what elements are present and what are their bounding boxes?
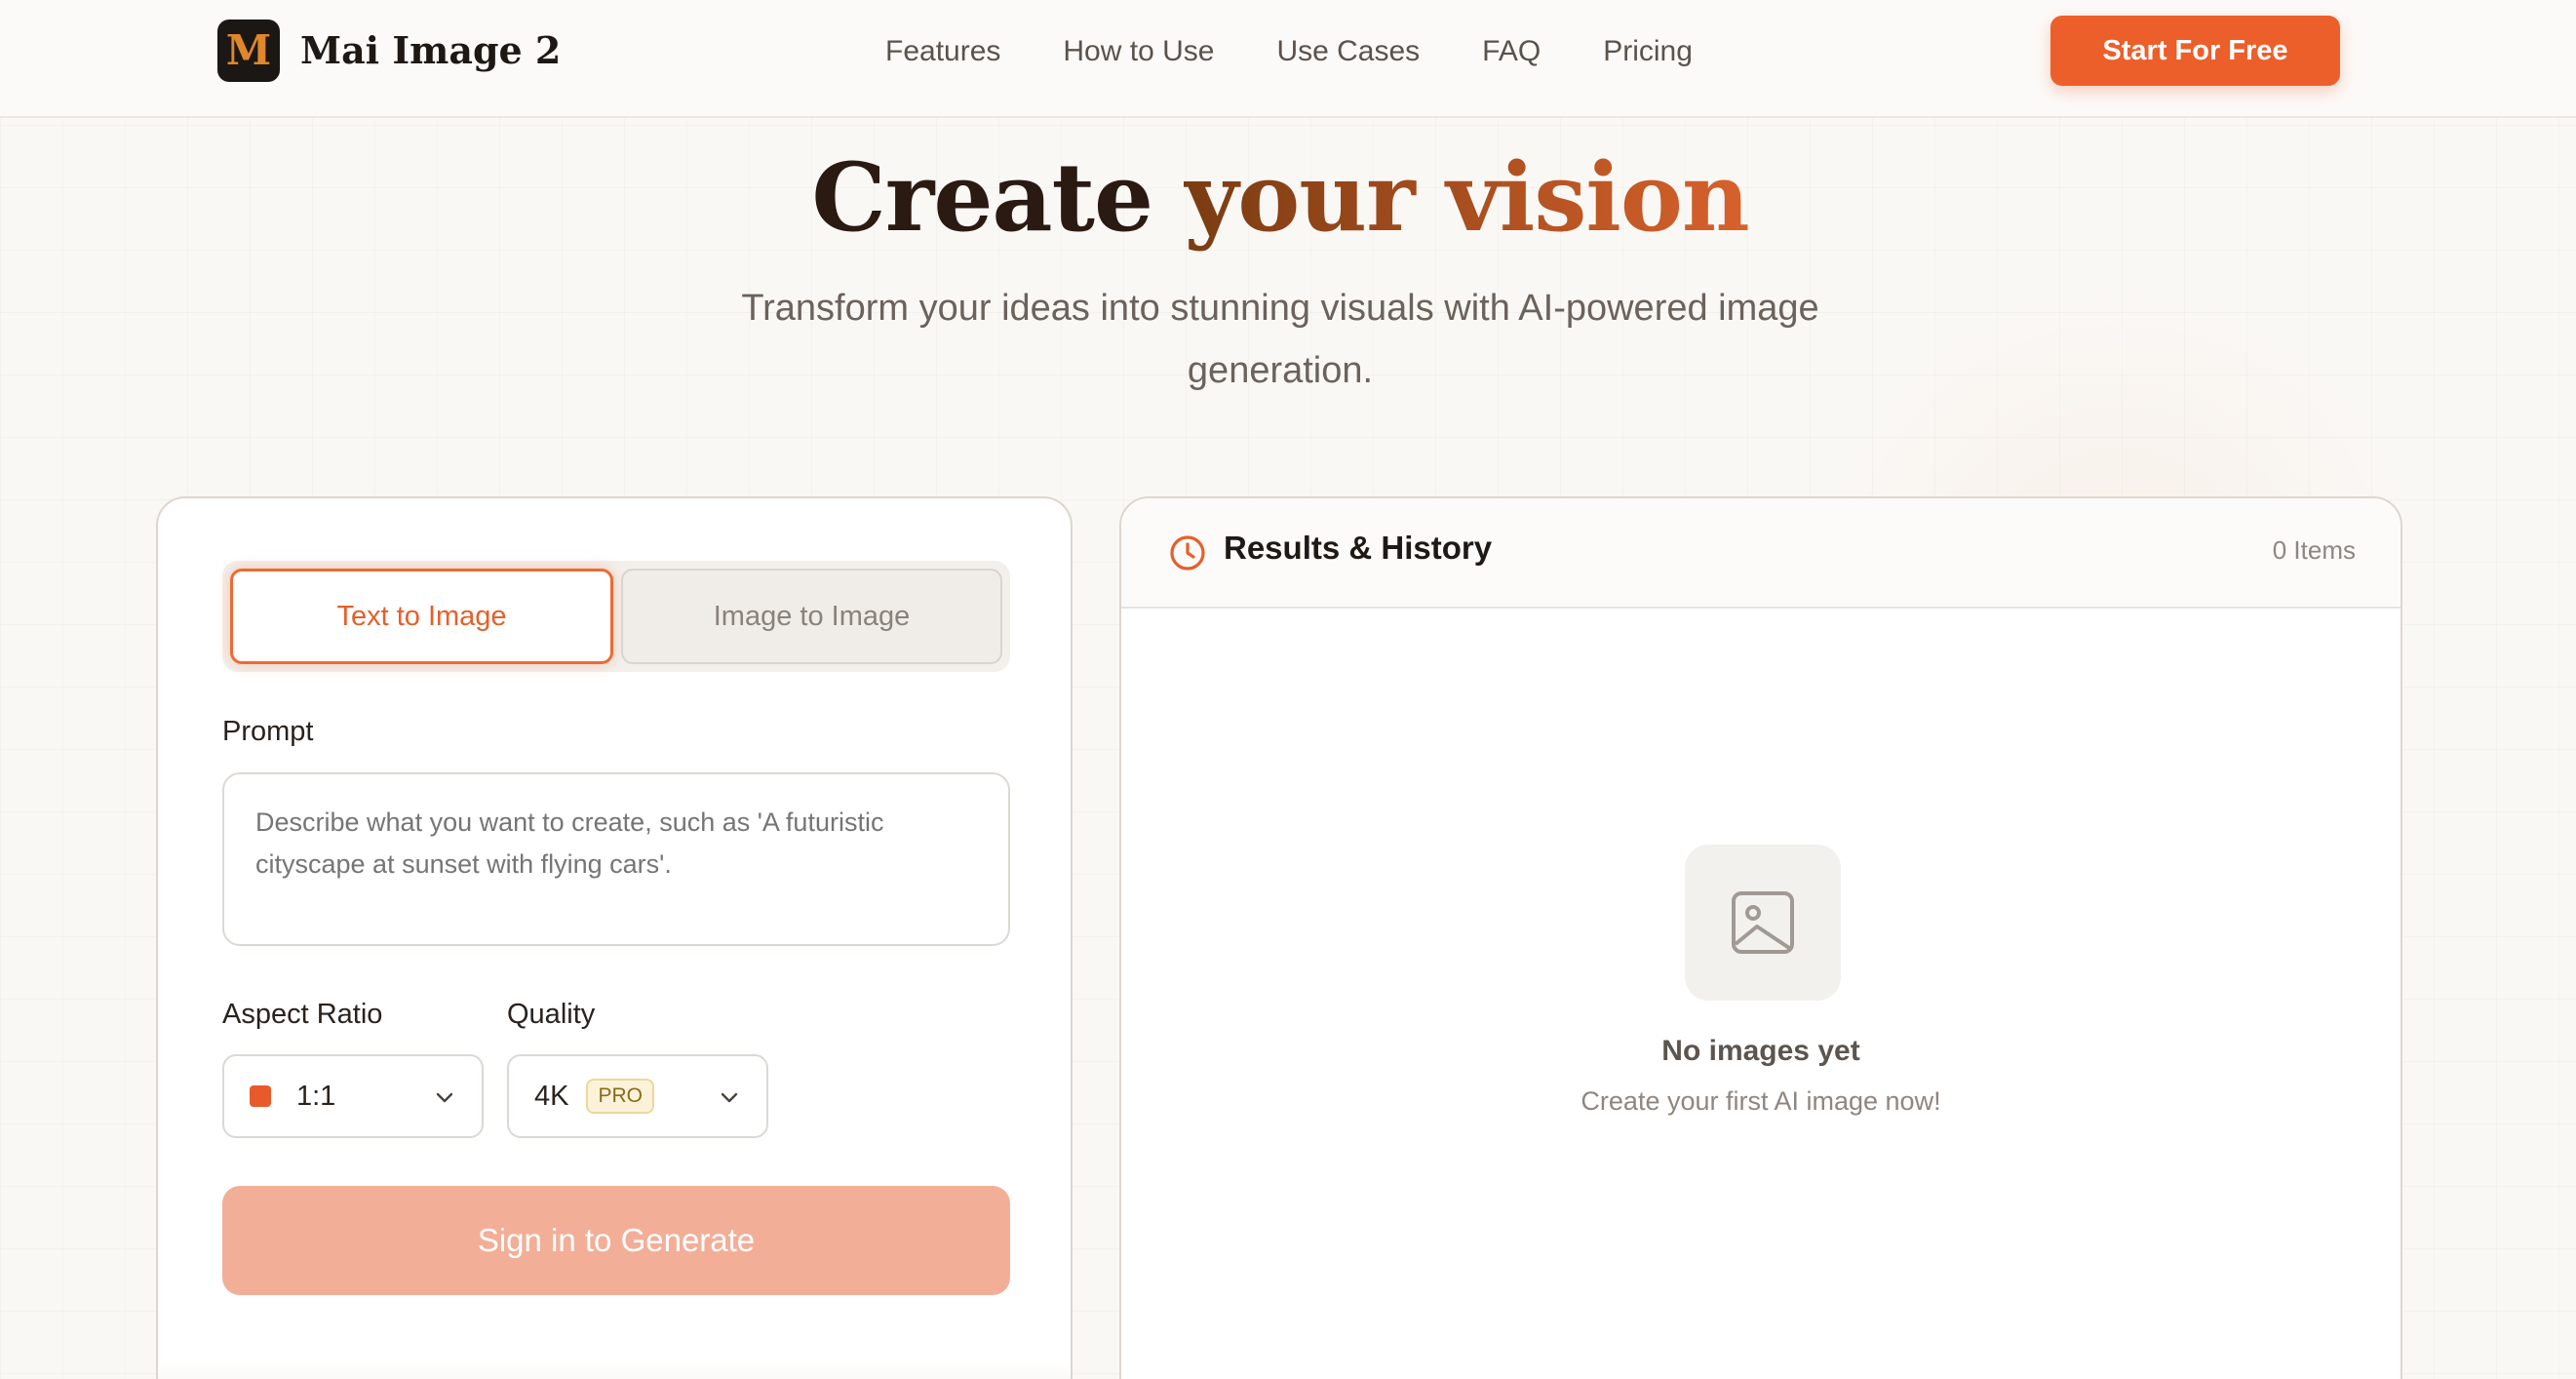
sign-in-to-generate-button[interactable]: Sign in to Generate [222, 1186, 1010, 1295]
aspect-ratio-label: Aspect Ratio [222, 999, 383, 1030]
nav-item-use-cases[interactable]: Use Cases [1276, 35, 1420, 68]
main-nav: Features How to Use Use Cases FAQ Pricin… [885, 27, 1693, 76]
panel-fade [158, 1362, 1071, 1379]
aspect-ratio-swatch-icon [250, 1085, 271, 1107]
nav-item-pricing[interactable]: Pricing [1603, 35, 1693, 68]
chevron-down-icon [436, 1092, 453, 1103]
hero-title-part2: your vision [1184, 142, 1749, 253]
hero-title-part1: Create [811, 142, 1153, 253]
pro-badge: PRO [586, 1079, 654, 1114]
start-for-free-button[interactable]: Start For Free [2050, 16, 2340, 86]
empty-state-icon-box [1685, 845, 1841, 1001]
quality-select[interactable]: 4K PRO [507, 1054, 768, 1138]
mode-tabs: Text to Image Image to Image [222, 561, 1010, 672]
logo[interactable]: M [217, 20, 280, 82]
empty-state-subtitle: Create your first AI image now! [1581, 1086, 1941, 1116]
nav-item-how-to-use[interactable]: How to Use [1063, 35, 1214, 68]
quality-value: 4K [534, 1080, 569, 1112]
empty-state-title: No images yet [1661, 1035, 1860, 1067]
results-title: Results & History [1224, 530, 1493, 566]
clock-icon [1170, 535, 1205, 571]
hero-subtitle: Transform your ideas into stunning visua… [741, 288, 1819, 391]
nav-item-faq[interactable]: FAQ [1482, 35, 1541, 68]
nav-item-features[interactable]: Features [885, 35, 1000, 68]
brand-name[interactable]: Mai Image 2 [300, 23, 561, 78]
image-placeholder-icon [1732, 891, 1794, 954]
prompt-input[interactable] [222, 772, 1010, 946]
logo-letter: M [225, 26, 272, 74]
aspect-ratio-select[interactable]: 1:1 [222, 1054, 484, 1138]
tab-text-to-image[interactable]: Text to Image [230, 569, 613, 664]
generator-panel: Text to Image Image to Image Prompt Aspe… [156, 496, 1073, 1379]
chevron-down-icon [721, 1092, 738, 1103]
results-count: 0 Items [2272, 535, 2356, 565]
tab-image-to-image[interactable]: Image to Image [621, 569, 1002, 664]
results-panel: Results & History 0 Items No images yet … [1119, 496, 2402, 1379]
site-header: M Mai Image 2 Features How to Use Use Ca… [0, 0, 2576, 118]
aspect-ratio-value: 1:1 [296, 1080, 336, 1112]
results-header: Results & History 0 Items [1121, 498, 2400, 609]
quality-label: Quality [507, 999, 596, 1030]
hero-title: Create your vision [0, 137, 2560, 259]
prompt-label: Prompt [222, 716, 314, 747]
